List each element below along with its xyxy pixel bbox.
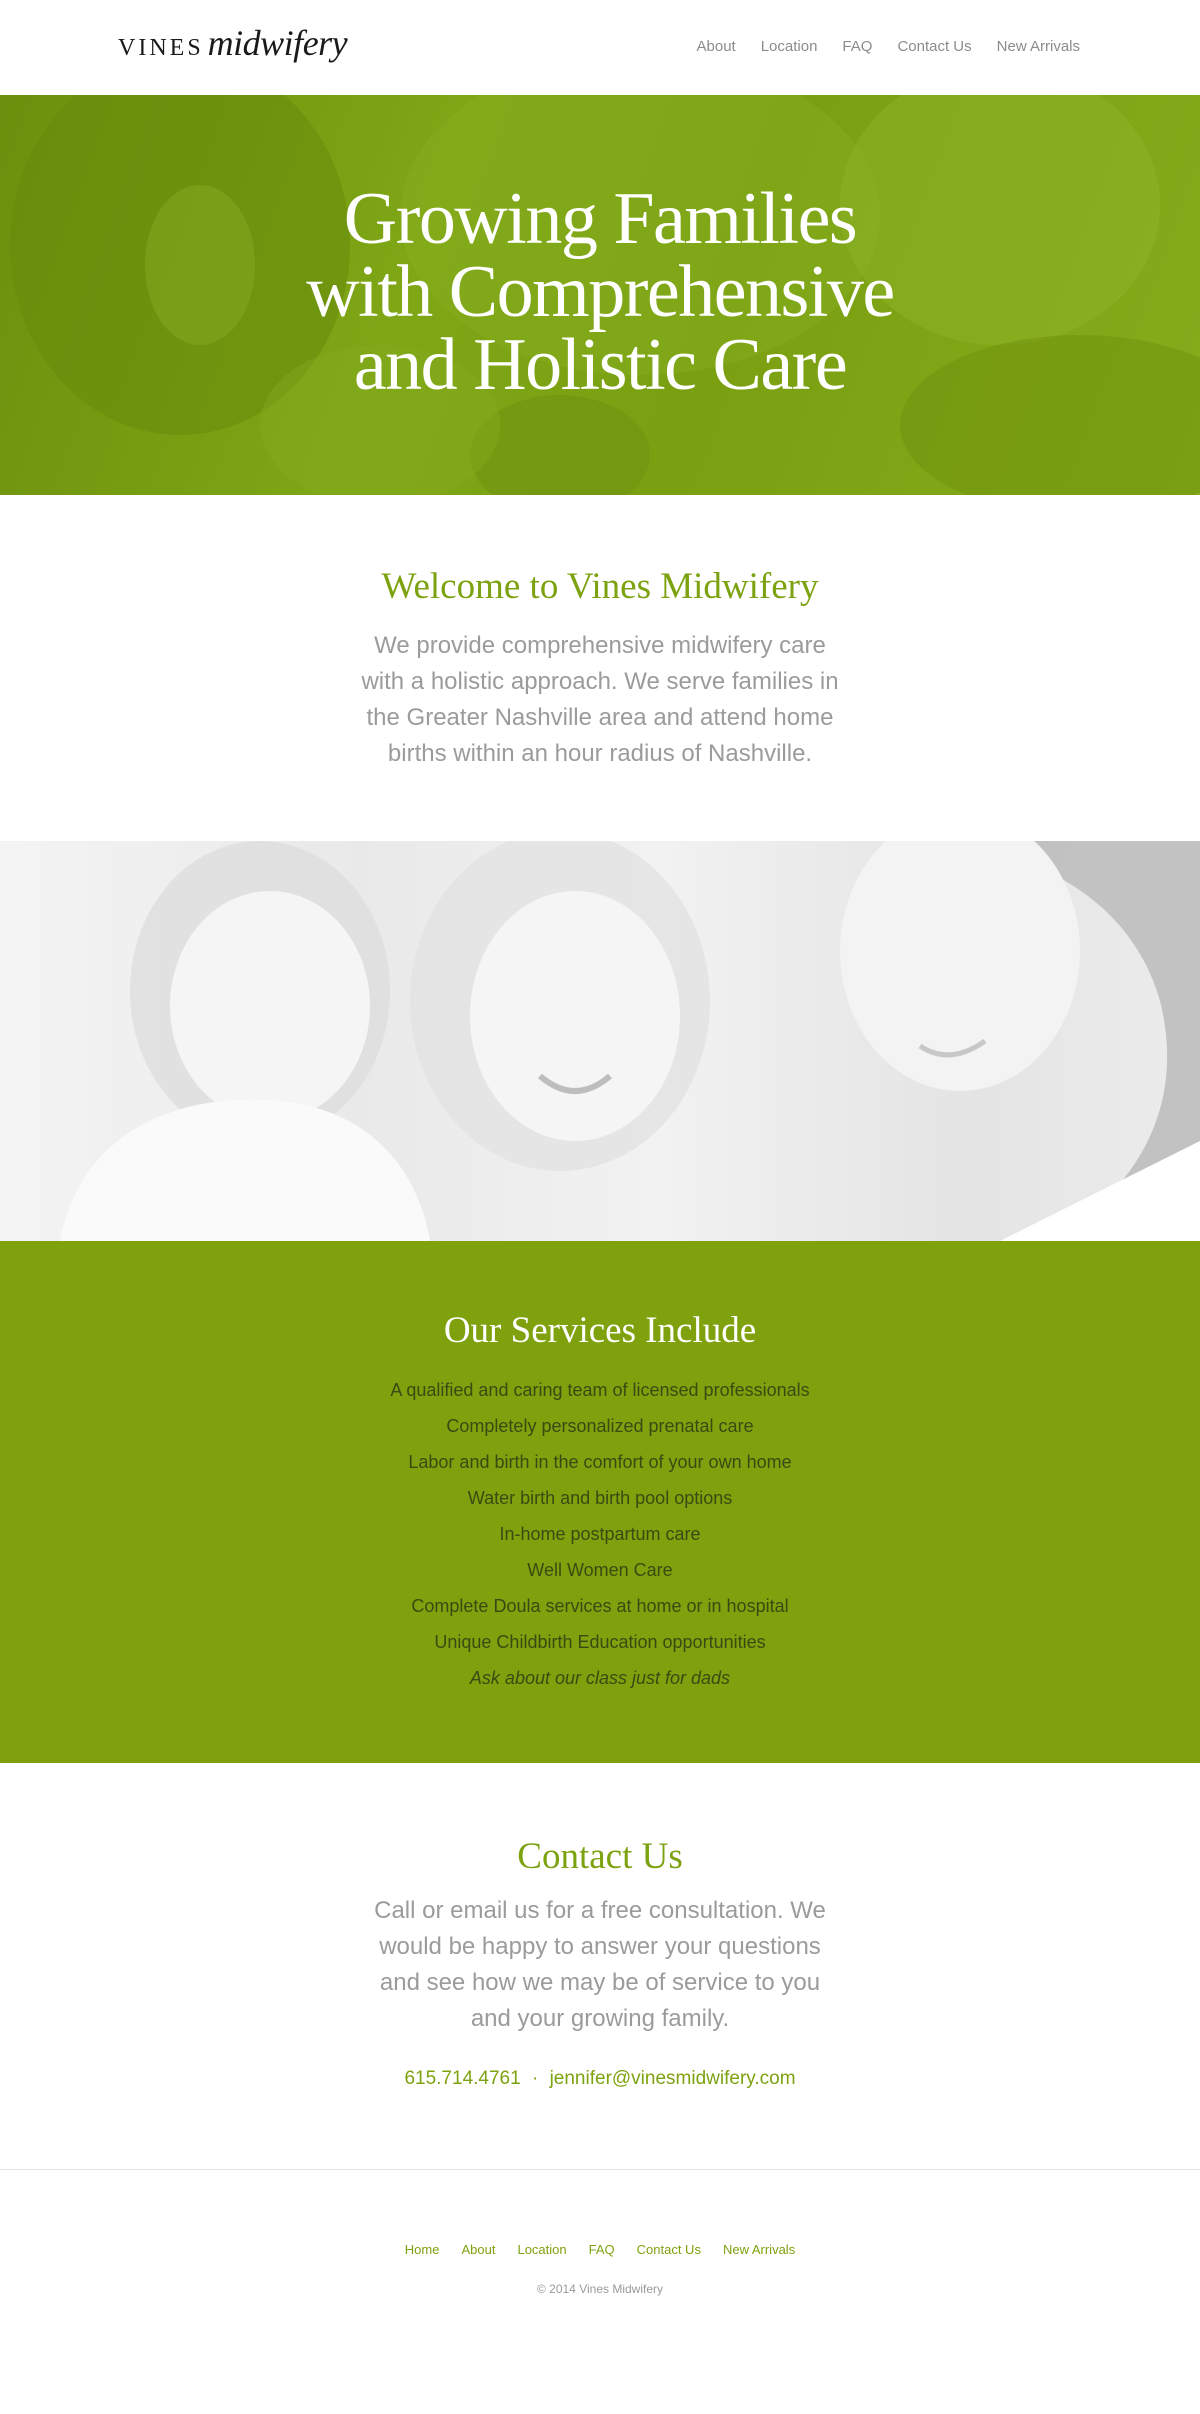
service-item-dads-class: Ask about our class just for dads <box>469 1668 731 1688</box>
nav-new-arrivals[interactable]: New Arrivals <box>997 38 1080 55</box>
logo-wordmark-script: midwifery <box>207 23 348 63</box>
copyright-text: © 2014 Vines Midwifery <box>536 2282 663 2296</box>
service-item: In-home postpartum care <box>499 1524 701 1544</box>
services-title: Our Services Include <box>443 1310 757 1351</box>
welcome-section: Welcome to Vines Midwifery We provide co… <box>0 495 1200 841</box>
hero-headline-line-2: with Comprehensive <box>306 251 895 333</box>
welcome-body: We provide comprehensive midwifery care … <box>361 632 839 767</box>
phone-link[interactable]: 615.714.4761 <box>404 2068 520 2089</box>
contact-section: Contact Us Call or email us for a free c… <box>0 1763 1200 2169</box>
email-link[interactable]: jennifer@vinesmidwifery.com <box>550 2068 796 2089</box>
service-item: Unique Childbirth Education opportunitie… <box>434 1632 766 1652</box>
footer-nav-new-arrivals[interactable]: New Arrivals <box>723 2242 795 2257</box>
footer-nav-faq[interactable]: FAQ <box>589 2242 615 2257</box>
nav-about[interactable]: About <box>697 38 736 55</box>
site-header: VINES midwifery About Location FAQ Conta… <box>0 0 1200 95</box>
contact-links: 615.714.4761 · jennifer@vinesmidwifery.c… <box>0 2068 1200 2090</box>
nav-faq[interactable]: FAQ <box>842 38 872 55</box>
services-list: A qualified and caring team of licensed … <box>0 1372 1200 1696</box>
service-item: Labor and birth in the comfort of your o… <box>408 1452 792 1472</box>
contact-separator: · <box>531 2068 539 2089</box>
footer-nav-contact-us[interactable]: Contact Us <box>637 2242 701 2257</box>
nav-contact-us[interactable]: Contact Us <box>897 38 971 55</box>
service-item: Complete Doula services at home or in ho… <box>411 1596 789 1616</box>
hero-headline-line-3: and Holistic Care <box>353 324 848 406</box>
footer-nav-about[interactable]: About <box>461 2242 495 2257</box>
services-section: Our Services Include A qualified and car… <box>0 1241 1200 1763</box>
mother-baby-photo <box>60 841 1200 1241</box>
site-footer: Home About Location FAQ Contact Us New A… <box>0 2170 1200 2414</box>
hero-headline-line-1: Growing Families <box>343 178 858 260</box>
welcome-title: Welcome to Vines Midwifery <box>381 566 819 607</box>
contact-title: Contact Us <box>517 1836 683 1877</box>
service-item: A qualified and caring team of licensed … <box>390 1380 810 1400</box>
footer-nav-home[interactable]: Home <box>405 2242 440 2257</box>
footer-nav: Home About Location FAQ Contact Us New A… <box>0 2242 1200 2257</box>
site-logo[interactable]: VINES midwifery <box>118 22 348 68</box>
hero-headline: Growing Families with Comprehensive and … <box>0 178 1200 406</box>
main-nav: About Location FAQ Contact Us New Arriva… <box>697 38 1081 55</box>
contact-body: Call or email us for a free consultation… <box>374 1897 826 2032</box>
hero-banner: Growing Families with Comprehensive and … <box>0 95 1200 495</box>
family-photo-band <box>0 841 1200 1241</box>
logo-wordmark-caps: VINES <box>118 35 204 61</box>
footer-nav-location[interactable]: Location <box>517 2242 566 2257</box>
nav-location[interactable]: Location <box>761 38 818 55</box>
service-item: Water birth and birth pool options <box>467 1488 733 1508</box>
service-item: Well Women Care <box>527 1560 673 1580</box>
service-item: Completely personalized prenatal care <box>446 1416 754 1436</box>
